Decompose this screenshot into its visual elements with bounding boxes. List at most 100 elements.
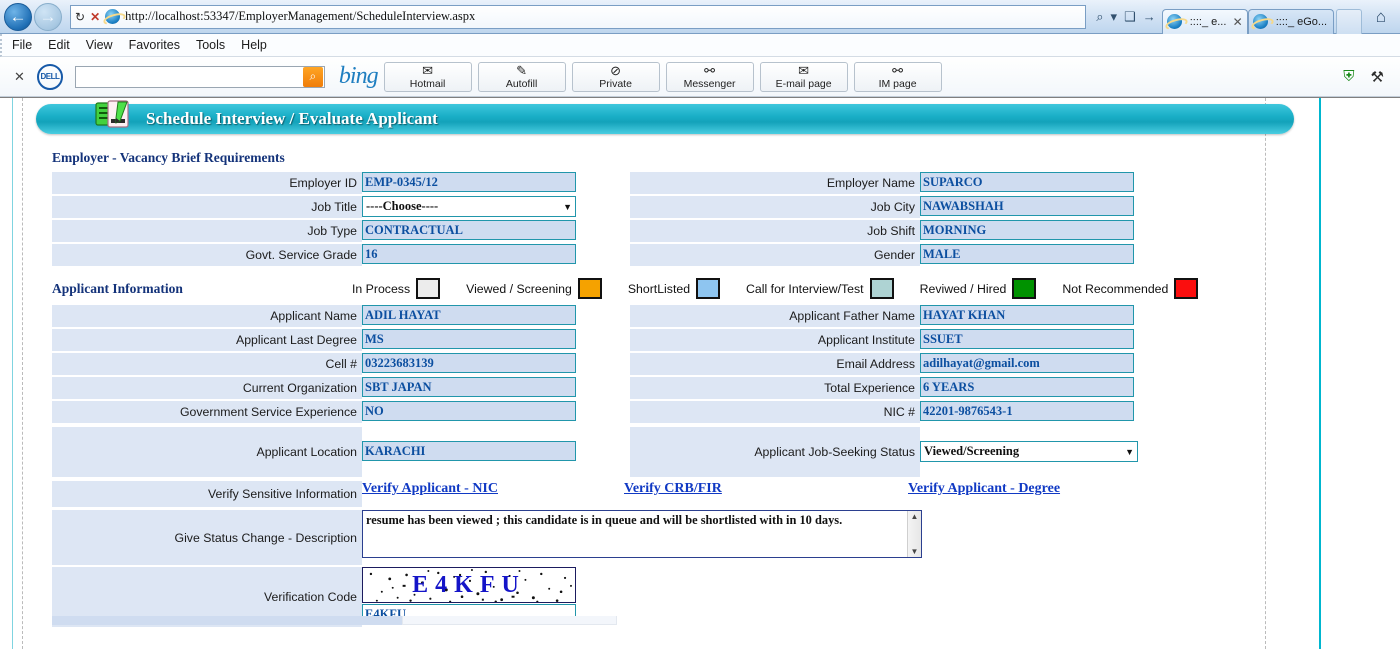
toolbar-button-messenger[interactable]: ⚯ Messenger xyxy=(665,61,754,92)
dell-toolbar: ✕ DELL ⌕ bing ✉ Hotmail ✎ Autofill ⊘ Pri… xyxy=(0,57,1400,97)
menu-item-favorites[interactable]: Favorites xyxy=(129,38,180,52)
applicant-location-field[interactable]: KARACHI xyxy=(362,441,576,461)
field-row-total-experience: Total Experience 6 YEARS xyxy=(630,377,1150,399)
legend-label-shortlisted: ShortListed xyxy=(627,281,691,296)
new-tab-button[interactable] xyxy=(1335,8,1362,34)
messenger-icon: ⚯ xyxy=(704,62,716,78)
menu-item-view[interactable]: View xyxy=(86,38,113,52)
nic-field[interactable]: 42201-9876543-1 xyxy=(920,401,1134,421)
toolbar-button-messenger-label: Messenger xyxy=(683,77,736,90)
toolbar-button-autofill[interactable]: ✎ Autofill xyxy=(477,61,566,92)
chevron-down-icon: ▼ xyxy=(1125,446,1134,457)
applicant-name-field[interactable]: ADIL HAYAT xyxy=(362,305,576,325)
stop-icon[interactable]: ✕ xyxy=(90,11,100,23)
field-row-applicant-degree: Applicant Last Degree MS xyxy=(52,329,582,351)
field-row-job-type: Job Type CONTRACTUAL xyxy=(52,220,582,242)
employer-id-field[interactable]: EMP-0345/12 xyxy=(362,172,576,192)
job-type-field[interactable]: CONTRACTUAL xyxy=(362,220,576,240)
applicant-name-label: Applicant Name xyxy=(52,305,362,327)
refresh-icon[interactable]: ↻ xyxy=(75,11,85,23)
toolbar-button-private[interactable]: ⊘ Private xyxy=(571,61,660,92)
employer-name-field[interactable]: SUPARCO xyxy=(920,172,1134,192)
close-icon[interactable]: ✕ xyxy=(1233,15,1243,29)
toolbar-search-box[interactable]: ⌕ xyxy=(74,65,325,88)
field-row-nic: NIC # 42201-9876543-1 xyxy=(630,401,1150,423)
wrench-icon[interactable]: ⚒ xyxy=(1371,68,1384,86)
menu-item-edit[interactable]: Edit xyxy=(48,38,70,52)
gender-label: Gender xyxy=(630,244,920,266)
toolbar-button-autofill-label: Autofill xyxy=(505,77,538,90)
menu-item-file[interactable]: File xyxy=(12,38,32,52)
autofill-icon: ✎ xyxy=(516,62,528,78)
forward-button[interactable]: → xyxy=(34,2,62,31)
section-heading-employer: Employer - Vacancy Brief Requirements xyxy=(52,150,285,165)
textarea-scrollbar[interactable]: ▲ ▼ xyxy=(907,511,921,557)
address-bar[interactable]: ↻ ✕ http://localhost:53347/EmployerManag… xyxy=(70,4,1087,29)
applicant-degree-field[interactable]: MS xyxy=(362,329,576,349)
govt-service-experience-field[interactable]: NO xyxy=(362,401,576,421)
verify-applicant-nic-link[interactable]: Verify Applicant - NIC xyxy=(362,481,624,497)
institute-field[interactable]: SSUET xyxy=(920,329,1134,349)
status-change-description-textarea[interactable]: resume has been viewed ; this candidate … xyxy=(362,510,922,558)
field-row-govt-service-experience: Government Service Experience NO xyxy=(52,401,582,423)
applicant-right-column: Applicant Father Name HAYAT KHAN Applica… xyxy=(630,305,1150,479)
toolbar-button-email-page[interactable]: ✉ E-mail page xyxy=(759,61,848,92)
page-left-rule xyxy=(12,98,13,649)
status-change-description-text: resume has been viewed ; this candidate … xyxy=(366,513,843,527)
compatibility-view-icon[interactable]: ❑ xyxy=(1124,9,1136,25)
legend-swatch-not-recommended xyxy=(1174,278,1199,299)
page-title: Schedule Interview / Evaluate Applicant xyxy=(146,109,438,128)
legend-swatch-viewed-screening xyxy=(577,278,602,299)
total-experience-field[interactable]: 6 YEARS xyxy=(920,377,1134,397)
field-row-father-name: Applicant Father Name HAYAT KHAN xyxy=(630,305,1150,327)
govt-service-experience-label: Government Service Experience xyxy=(52,401,362,423)
browser-tab-2[interactable]: ::::_ eGo... xyxy=(1247,8,1334,34)
job-seeking-status-select[interactable]: Viewed/Screening ▼ xyxy=(920,441,1138,462)
page-banner: Schedule Interview / Evaluate Applicant xyxy=(36,100,1294,134)
verify-crb-fir-link[interactable]: Verify CRB/FIR xyxy=(624,481,908,497)
job-city-field[interactable]: NAWABSHAH xyxy=(920,196,1134,216)
email-field[interactable]: adilhayat@gmail.com xyxy=(920,353,1134,373)
cell-field[interactable]: 03223683139 xyxy=(362,353,576,373)
address-bar-tools: ⌕ ▾ ❑ → xyxy=(1090,9,1161,25)
current-organization-field[interactable]: SBT JAPAN xyxy=(362,377,576,397)
father-name-field[interactable]: HAYAT KHAN xyxy=(920,305,1134,325)
menu-item-help[interactable]: Help xyxy=(241,38,267,52)
browser-tab-1[interactable]: ::::_ e... ✕ xyxy=(1161,8,1248,34)
legend-item-reviewed-hired: Reviwed / Hired xyxy=(920,278,1037,299)
address-url: http://localhost:53347/EmployerManagemen… xyxy=(125,9,476,23)
shield-icon[interactable]: ⛨ xyxy=(1343,68,1354,85)
gender-field[interactable]: MALE xyxy=(920,244,1134,264)
field-row-job-seeking-status: Applicant Job-Seeking Status Viewed/Scre… xyxy=(630,427,1150,477)
menu-item-tools[interactable]: Tools xyxy=(196,38,225,52)
field-row-institute: Applicant Institute SSUET xyxy=(630,329,1150,351)
current-organization-label: Current Organization xyxy=(52,377,362,399)
go-icon[interactable]: → xyxy=(1143,9,1156,24)
chevron-down-icon[interactable]: ▾ xyxy=(1111,9,1118,25)
legend-swatch-shortlisted xyxy=(696,278,721,299)
home-icon[interactable]: ⌂ xyxy=(1376,7,1386,27)
job-title-select-value: ----Choose---- xyxy=(366,199,439,213)
grade-field[interactable]: 16 xyxy=(362,244,576,264)
toolbar-button-im-page[interactable]: ⚯ IM page xyxy=(853,61,942,92)
scroll-up-icon[interactable]: ▲ xyxy=(911,512,919,521)
employer-right-column: Employer Name SUPARCO Job City NAWABSHAH… xyxy=(630,172,1150,268)
private-icon: ⊘ xyxy=(610,62,622,78)
section-heading-applicant: Applicant Information xyxy=(52,280,183,296)
search-submit-icon[interactable]: ⌕ xyxy=(302,66,323,87)
scroll-down-icon[interactable]: ▼ xyxy=(911,547,919,556)
job-title-select[interactable]: ----Choose---- ▼ xyxy=(362,196,576,217)
toolbar-button-hotmail[interactable]: ✉ Hotmail xyxy=(383,61,472,92)
status-change-description-label: Give Status Change - Description xyxy=(52,510,362,565)
back-button[interactable]: ← xyxy=(4,2,32,31)
internet-explorer-icon xyxy=(105,9,121,24)
legend-item-in-process: In Process xyxy=(352,278,441,299)
field-row-gender: Gender MALE xyxy=(630,244,1150,266)
search-icon[interactable]: ⌕ xyxy=(1096,9,1103,25)
verify-applicant-degree-link[interactable]: Verify Applicant - Degree xyxy=(908,481,1060,497)
search-input[interactable] xyxy=(75,66,303,87)
legend-label-call-for-interview: Call for Interview/Test xyxy=(746,281,864,296)
page-bottom-bar-secondary xyxy=(402,616,617,625)
toolbar-close-icon[interactable]: ✕ xyxy=(14,69,25,85)
job-shift-field[interactable]: MORNING xyxy=(920,220,1134,240)
